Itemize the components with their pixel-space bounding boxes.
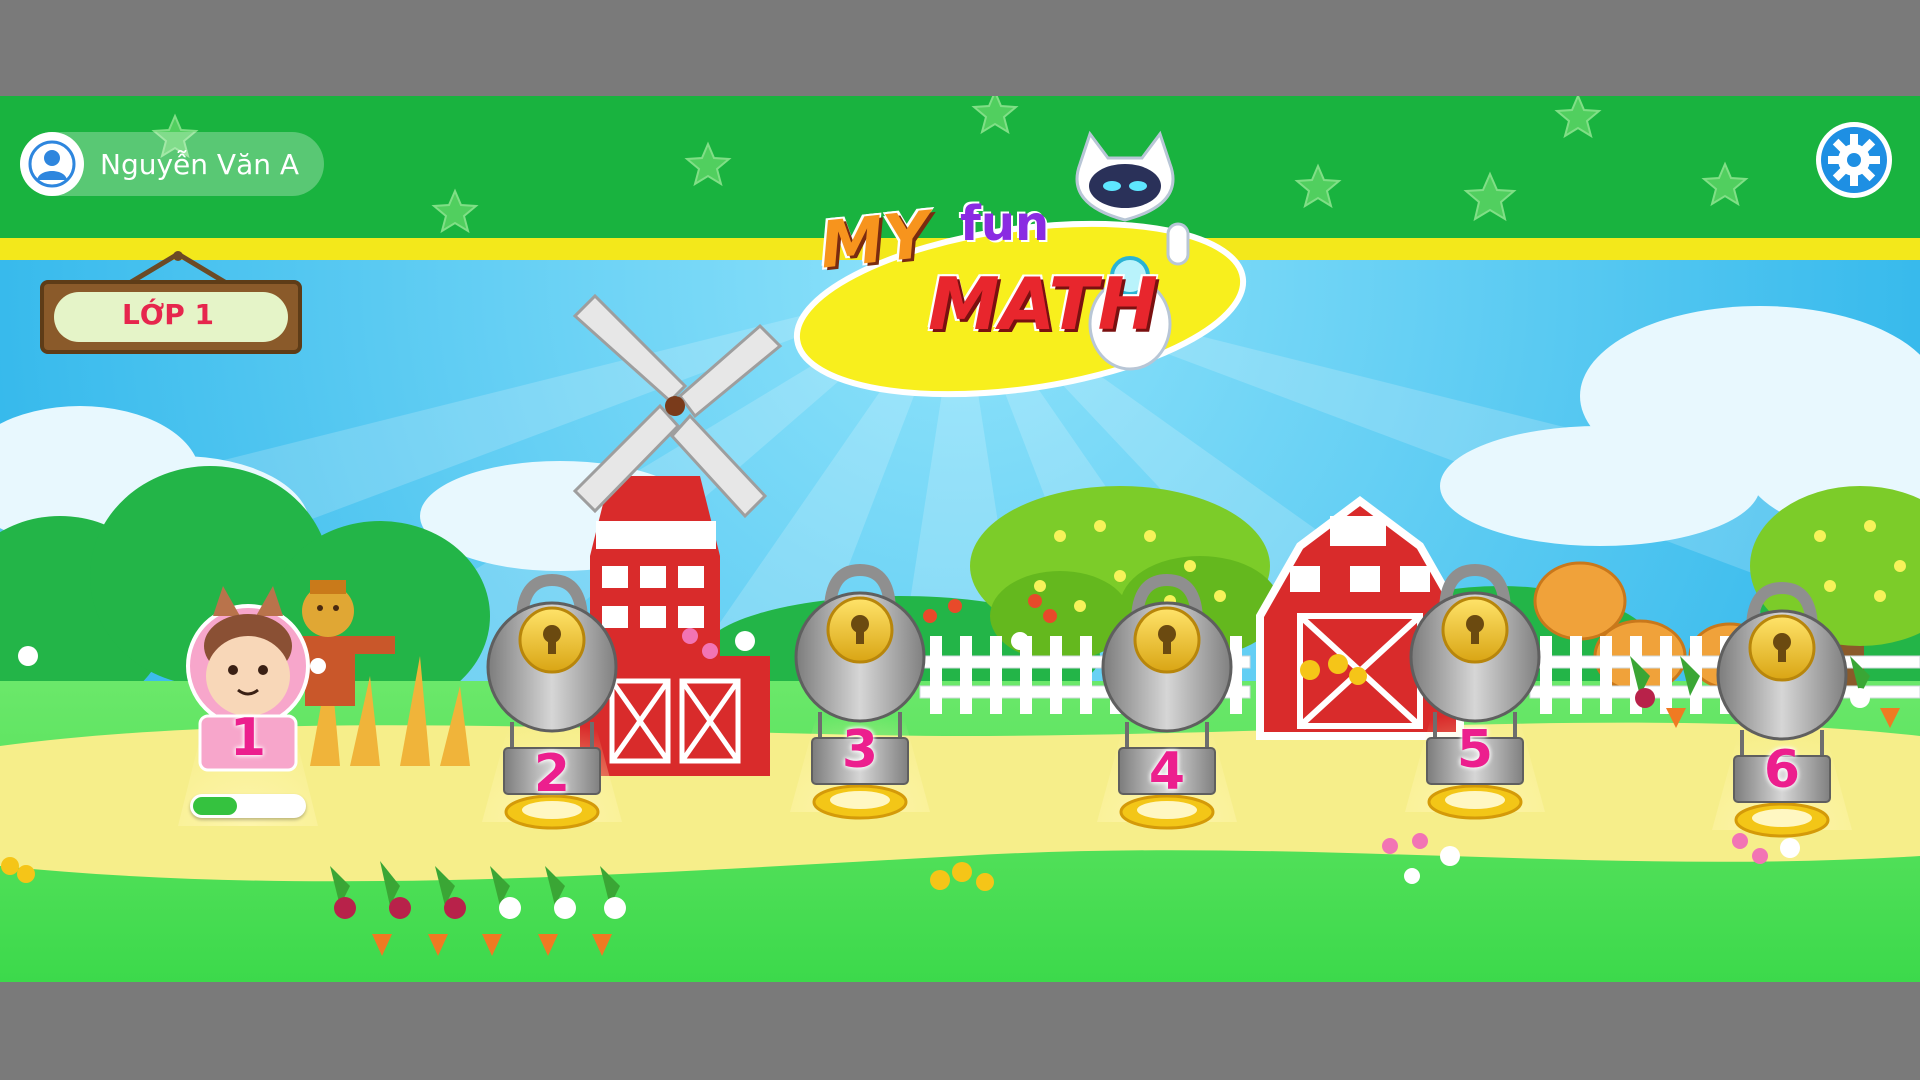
grade-sign[interactable]: LỚP 1 bbox=[38, 248, 304, 358]
level-3-node[interactable]: 3 bbox=[790, 562, 930, 822]
lock-icon bbox=[790, 563, 930, 820]
level-6-node[interactable]: 6 bbox=[1712, 580, 1852, 840]
lock-icon bbox=[1405, 563, 1545, 820]
user-name: Nguyễn Văn A bbox=[100, 147, 300, 181]
logo-word-math: MATH bbox=[928, 262, 1158, 346]
logo-word-my: MY bbox=[816, 198, 934, 284]
settings-button[interactable] bbox=[1814, 120, 1894, 200]
level-2-number: 2 bbox=[533, 744, 571, 804]
level-4-node[interactable]: 4 bbox=[1097, 572, 1237, 832]
level-4-number: 4 bbox=[1148, 742, 1186, 802]
game-logo: MY fun MATH bbox=[790, 124, 1260, 454]
gear-icon bbox=[1816, 122, 1892, 198]
game-screen: Nguyễn Văn A MY fun MATH LỚP 1 1 2 3 4 5… bbox=[0, 96, 1920, 982]
level-3-number: 3 bbox=[841, 720, 879, 780]
grade-label: LỚP 1 bbox=[121, 298, 215, 331]
logo-word-fun: fun bbox=[960, 196, 1050, 252]
level-1-progress-fill bbox=[193, 797, 237, 815]
level-1-number: 1 bbox=[229, 708, 267, 768]
level-6-number: 6 bbox=[1763, 740, 1801, 800]
user-avatar-icon bbox=[20, 132, 84, 196]
level-1-progress-bar bbox=[190, 794, 306, 818]
lock-icon bbox=[1712, 581, 1852, 838]
level-5-number: 5 bbox=[1456, 720, 1494, 780]
user-profile-chip[interactable]: Nguyễn Văn A bbox=[20, 132, 324, 196]
level-2-node[interactable]: 2 bbox=[482, 572, 622, 832]
level-5-node[interactable]: 5 bbox=[1405, 562, 1545, 822]
